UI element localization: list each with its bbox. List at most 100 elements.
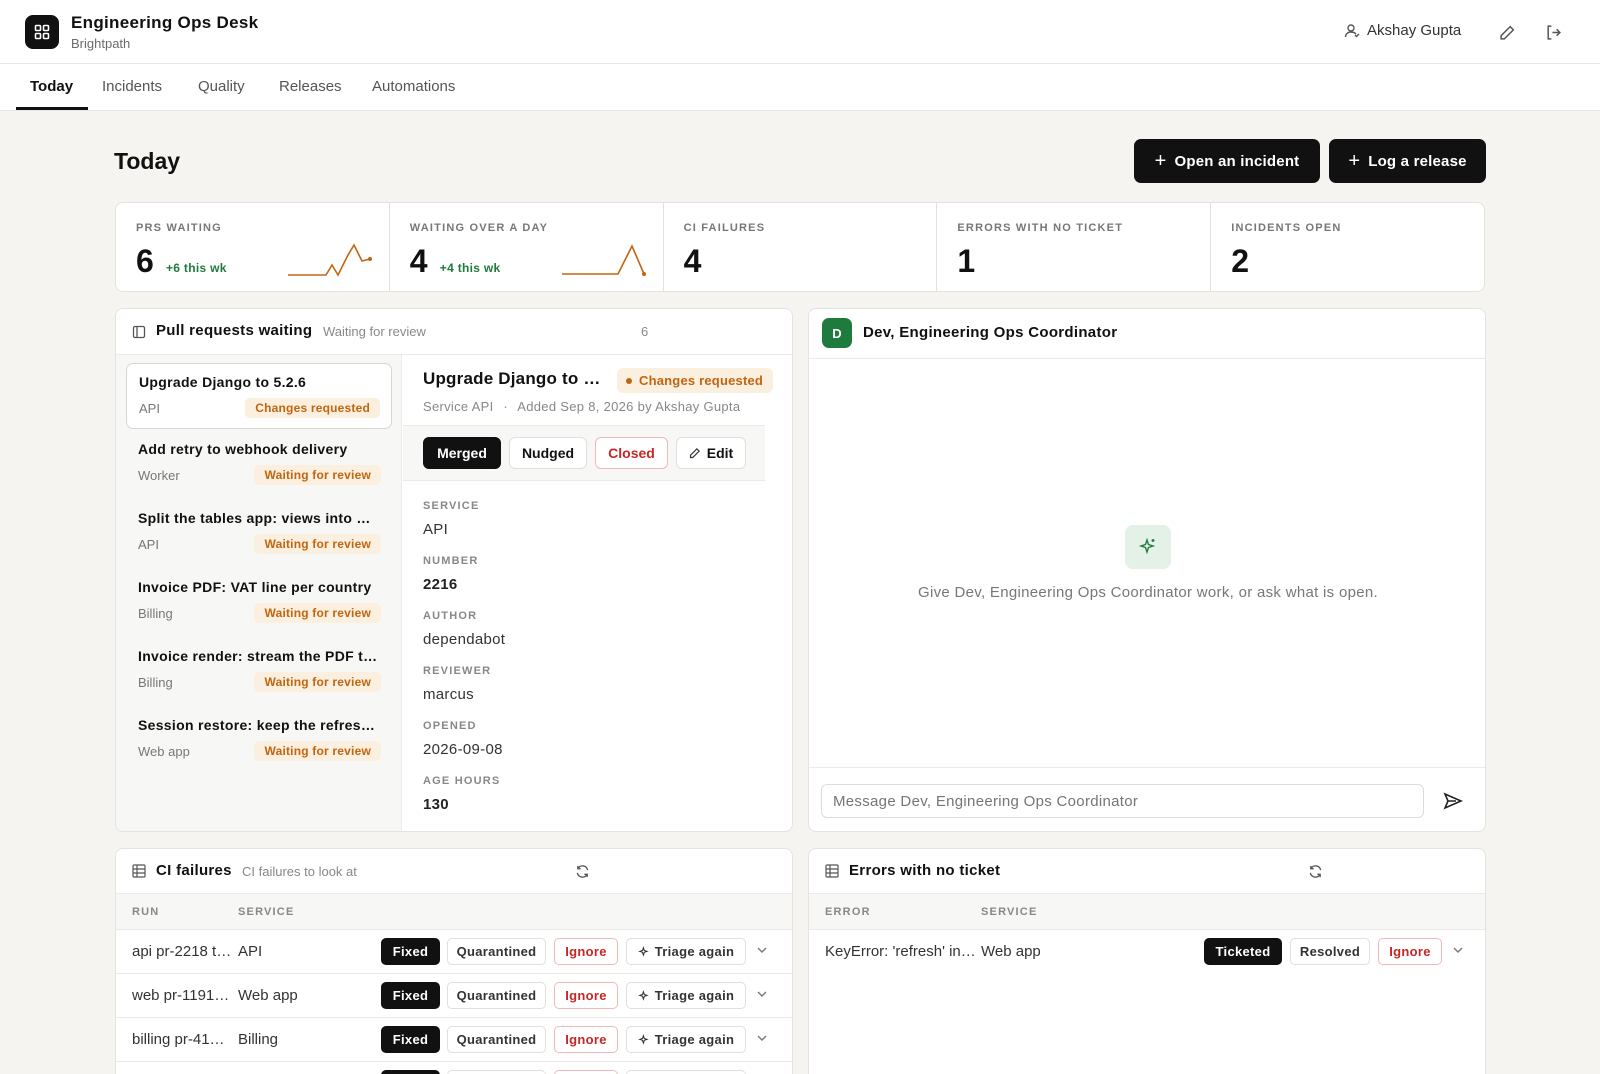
pr-title: Add retry to webhook delivery xyxy=(138,441,348,457)
pr-title: Split the tables app: views into modules xyxy=(138,510,378,526)
quarantined-button[interactable]: Quarantined xyxy=(447,938,546,965)
stat-ci-failures[interactable]: CI FAILURES 4 xyxy=(664,203,938,291)
list-item[interactable]: Session restore: keep the refresh token … xyxy=(126,707,392,773)
triage-again-button[interactable]: Triage again xyxy=(626,982,746,1009)
fixed-button[interactable]: Fixed xyxy=(381,1026,440,1053)
list-item[interactable]: Invoice render: stream the PDF to storag… xyxy=(126,638,392,704)
user-name: Akshay Gupta xyxy=(1367,22,1462,39)
tab-incidents[interactable]: Incidents xyxy=(102,78,162,95)
pr-service: Billing xyxy=(138,675,173,690)
apps-icon[interactable] xyxy=(25,15,59,49)
stat-delta: +4 this wk xyxy=(439,261,501,275)
page-title: Today xyxy=(114,148,181,174)
user-menu[interactable]: Akshay Gupta xyxy=(1344,22,1461,39)
list-item[interactable]: Split the tables app: views into modules… xyxy=(126,500,392,566)
table-row: KeyError: 'refresh' in session restore W… xyxy=(809,929,1485,973)
refresh-icon[interactable] xyxy=(575,864,590,882)
error-cell: KeyError: 'refresh' in session restore xyxy=(825,943,977,960)
stat-value: 4 xyxy=(683,243,702,279)
chat-message-input[interactable] xyxy=(821,784,1424,818)
detail-title: Upgrade Django to 5.2.6 xyxy=(423,369,609,388)
ignore-button[interactable]: Ignore xyxy=(1378,938,1442,965)
chevron-down-icon[interactable] xyxy=(1452,944,1464,956)
stat-label: CI FAILURES xyxy=(683,222,766,234)
pr-service: Worker xyxy=(138,468,180,483)
list-item[interactable]: Add retry to webhook delivery Worker Wai… xyxy=(126,431,392,497)
table-icon xyxy=(132,864,146,881)
status-badge: Changes requested xyxy=(617,368,774,393)
pencil-icon[interactable] xyxy=(1497,22,1517,42)
quarantined-button[interactable]: Quarantined xyxy=(447,1026,546,1053)
chevron-down-icon[interactable] xyxy=(756,944,768,956)
logout-icon[interactable] xyxy=(1543,22,1563,42)
col-service: SERVICE xyxy=(238,906,295,918)
field-value: API xyxy=(423,521,449,538)
run-cell: billing pr-418 tests xyxy=(132,1031,232,1048)
ignore-button[interactable]: Ignore xyxy=(554,982,618,1009)
detail-meta: Service API · Added Sep 8, 2026 by Aksha… xyxy=(423,399,741,414)
main-tabs: Today Incidents Quality Releases Automat… xyxy=(0,64,1600,111)
stat-prs-waiting[interactable]: PRS WAITING 6 +6 this wk xyxy=(116,203,390,291)
sparkle-icon xyxy=(637,989,649,1001)
fixed-button[interactable]: Fixed xyxy=(381,938,440,965)
open-incident-button[interactable]: + Open an incident xyxy=(1134,139,1320,183)
panel-subtitle: Waiting for review xyxy=(323,324,426,339)
ignore-button[interactable] xyxy=(554,1070,618,1074)
field-label: NUMBER xyxy=(423,555,479,567)
pr-service: Billing xyxy=(138,606,173,621)
avatar: D xyxy=(822,318,852,348)
fixed-button[interactable] xyxy=(381,1070,440,1074)
pr-title: Invoice render: stream the PDF to storag… xyxy=(138,648,378,664)
pr-list: Upgrade Django to 5.2.6 API Changes requ… xyxy=(116,355,402,831)
ignore-button[interactable]: Ignore xyxy=(554,1026,618,1053)
chevron-down-icon[interactable] xyxy=(756,988,768,1000)
sparkline xyxy=(561,244,646,276)
pull-requests-panel: Pull requests waiting Waiting for review… xyxy=(115,308,793,832)
pr-service: Web app xyxy=(138,744,190,759)
field-label: AGE HOURS xyxy=(423,775,501,787)
nudged-button[interactable]: Nudged xyxy=(509,437,587,469)
edit-button[interactable]: Edit xyxy=(676,437,746,469)
stats-bar: PRS WAITING 6 +6 this wk WAITING OVER A … xyxy=(115,202,1485,292)
log-release-button[interactable]: + Log a release xyxy=(1329,139,1486,183)
merged-button[interactable]: Merged xyxy=(423,437,501,469)
action-bar: Merged Nudged Closed Edit xyxy=(403,425,765,481)
ticketed-button[interactable]: Ticketed xyxy=(1204,938,1282,965)
refresh-icon[interactable] xyxy=(1308,864,1323,882)
chat-title: Dev, Engineering Ops Coordinator xyxy=(863,324,1118,341)
triage-again-button[interactable]: Triage again xyxy=(626,938,746,965)
table-header: ERROR SERVICE xyxy=(809,893,1485,929)
stat-errors-no-ticket[interactable]: ERRORS WITH NO TICKET 1 xyxy=(937,203,1212,291)
quarantined-button[interactable]: Quarantined xyxy=(447,982,546,1009)
pr-title: Invoice PDF: VAT line per country xyxy=(138,579,372,595)
stat-label: PRS WAITING xyxy=(136,222,222,234)
list-item[interactable]: Upgrade Django to 5.2.6 API Changes requ… xyxy=(126,363,392,429)
closed-button[interactable]: Closed xyxy=(595,437,668,469)
chevron-down-icon[interactable] xyxy=(756,1032,768,1044)
ignore-button[interactable]: Ignore xyxy=(554,938,618,965)
triage-again-button[interactable] xyxy=(626,1070,746,1074)
stat-incidents-open[interactable]: INCIDENTS OPEN 2 xyxy=(1211,203,1484,291)
stat-waiting-over-day[interactable]: WAITING OVER A DAY 4 +4 this wk xyxy=(390,203,664,291)
send-icon[interactable] xyxy=(1443,791,1463,814)
status-badge: Waiting for review xyxy=(254,465,381,485)
tab-automations[interactable]: Automations xyxy=(372,78,455,95)
triage-again-button[interactable]: Triage again xyxy=(626,1026,746,1053)
tab-quality[interactable]: Quality xyxy=(198,78,245,95)
table-row xyxy=(116,1061,792,1074)
app-title: Engineering Ops Desk xyxy=(71,13,259,32)
tab-today[interactable]: Today xyxy=(30,78,73,95)
fixed-button[interactable]: Fixed xyxy=(381,982,440,1009)
app-subtitle: Brightpath xyxy=(71,36,131,51)
table-row: web pr-1191 build Web app Fixed Quaranti… xyxy=(116,973,792,1017)
tab-releases[interactable]: Releases xyxy=(279,78,342,95)
app-header: Engineering Ops Desk Brightpath Akshay G… xyxy=(0,0,1600,64)
resolved-button[interactable]: Resolved xyxy=(1290,938,1370,965)
plus-icon: + xyxy=(1154,150,1167,172)
quarantined-button[interactable] xyxy=(447,1070,546,1074)
sparkline xyxy=(288,243,372,277)
field-label: SERVICE xyxy=(423,500,480,512)
list-item[interactable]: Invoice PDF: VAT line per country Billin… xyxy=(126,569,392,635)
status-badge: Waiting for review xyxy=(254,672,381,692)
service-cell: Billing xyxy=(238,1031,279,1048)
